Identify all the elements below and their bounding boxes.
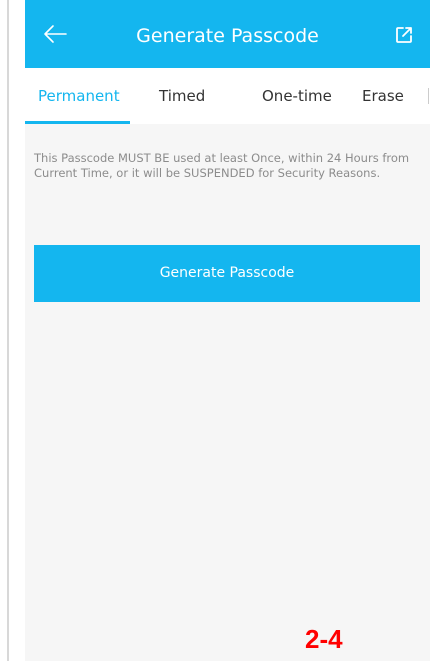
active-tab-indicator xyxy=(25,121,130,124)
app-header: Generate Passcode xyxy=(25,0,430,68)
generate-passcode-button[interactable]: Generate Passcode xyxy=(34,245,420,302)
page-title: Generate Passcode xyxy=(136,25,319,47)
tab-bar: Permanent Timed One-time Erase xyxy=(25,68,430,124)
external-link-icon[interactable] xyxy=(394,25,414,45)
tab-one-time[interactable]: One-time xyxy=(262,68,332,124)
tab-permanent[interactable]: Permanent xyxy=(38,68,120,124)
tab-erase[interactable]: Erase xyxy=(362,68,404,124)
page-number-label: 2-4 xyxy=(305,624,343,654)
tab-scroll-divider xyxy=(428,88,429,104)
app-frame: Generate Passcode Permanent Timed One-ti… xyxy=(0,0,430,661)
frame-border xyxy=(7,0,9,661)
tab-timed[interactable]: Timed xyxy=(159,68,205,124)
security-notice: This Passcode MUST BE used at least Once… xyxy=(34,151,410,180)
phone-screen: Generate Passcode Permanent Timed One-ti… xyxy=(25,0,430,661)
